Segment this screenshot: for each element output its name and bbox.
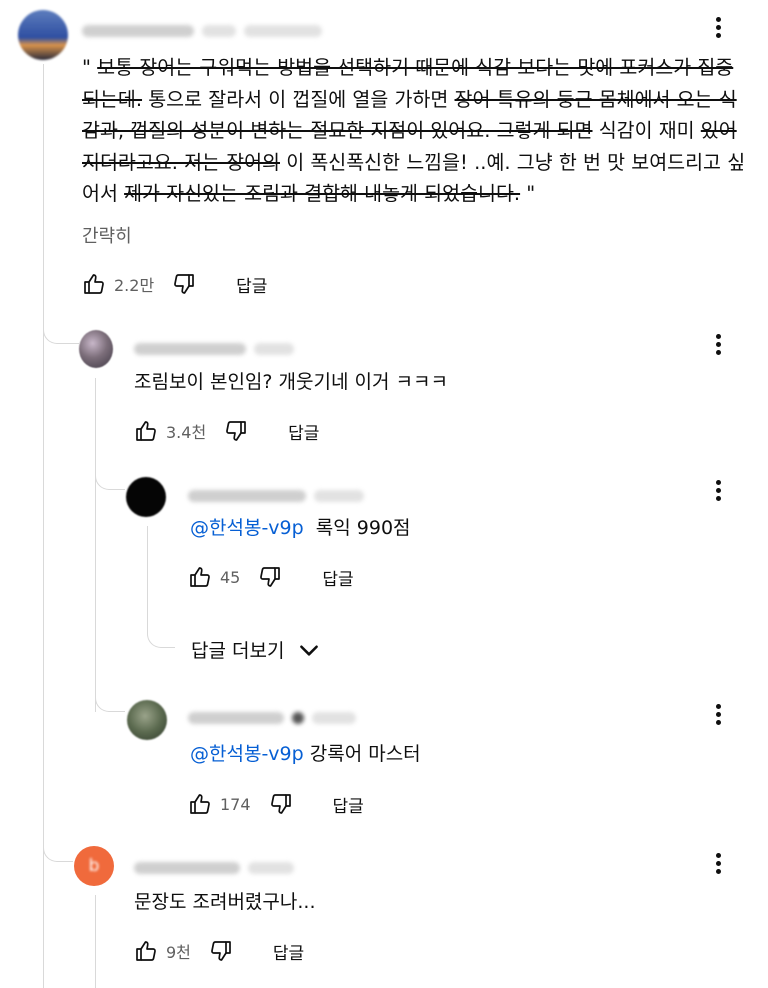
comment-menu-button[interactable] (708, 699, 728, 729)
comment-text: " 보통 장어는 구워먹는 방법을 선택하기 때문에 식감 보다는 맛에 포커스… (82, 56, 746, 205)
like-count: 45 (220, 567, 241, 587)
comment-text: @한석봉-v9p 강록어 마스터 (190, 743, 421, 765)
reply-button[interactable]: 답글 (288, 419, 319, 444)
collapse-button[interactable]: 간략히 (82, 222, 132, 248)
dislike-button[interactable] (224, 419, 248, 443)
more-vert-icon (715, 16, 721, 22)
chevron-down-icon (300, 644, 319, 656)
like-button[interactable]: 2.2만 (82, 272, 154, 296)
thumbs-up-icon (190, 567, 210, 587)
thumbs-up-icon (136, 421, 156, 441)
like-button[interactable]: 174 (188, 792, 251, 816)
dislike-button[interactable] (269, 792, 293, 816)
thread-line-reply (95, 378, 96, 712)
comment-text: 조림보이 본인임? 개웃기네 이거 ㅋㅋㅋ (134, 371, 448, 393)
comment-actions: 45 답글 (188, 561, 354, 593)
mention-link[interactable]: @한석봉-v9p (190, 743, 304, 765)
thumbs-up-icon (190, 794, 210, 814)
like-count: 9천 (166, 943, 191, 962)
avatar[interactable]: b (74, 846, 114, 886)
comment-menu-button[interactable] (708, 329, 728, 359)
more-vert-icon (715, 333, 721, 339)
thread-line-nested (147, 526, 148, 630)
comment-actions: 3.4천 답글 (134, 415, 319, 447)
like-button[interactable]: 3.4천 (134, 419, 206, 443)
thread-curve (43, 836, 73, 862)
more-vert-icon (715, 703, 721, 709)
thumbs-down-icon (260, 567, 281, 587)
comment-menu-button[interactable] (708, 848, 728, 878)
thumbs-down-icon (174, 274, 195, 294)
thread-line-tail (95, 895, 96, 988)
mention-link[interactable]: @한석봉-v9p (190, 517, 304, 539)
thread-curve (43, 318, 79, 344)
author-handle[interactable] (134, 857, 302, 874)
comment-actions: 2.2만 답글 (82, 268, 267, 300)
comment-actions: 9천 답글 (134, 935, 304, 967)
like-count: 174 (220, 794, 251, 814)
thumbs-down-icon (226, 421, 247, 441)
avatar[interactable] (126, 477, 166, 517)
reply-button[interactable]: 답글 (273, 939, 304, 964)
comment-menu-button[interactable] (708, 12, 728, 42)
thread-curve (95, 685, 125, 712)
more-vert-icon (715, 479, 721, 485)
thumbs-up-icon (84, 274, 104, 294)
comment-actions: 174 답글 (188, 788, 364, 820)
thread-curve (95, 465, 125, 490)
avatar[interactable] (18, 10, 68, 60)
thumbs-down-icon (270, 794, 291, 814)
comment-menu-button[interactable] (708, 475, 728, 505)
more-replies-label: 답글 더보기 (191, 640, 285, 662)
author-handle[interactable] (188, 707, 364, 724)
thumbs-up-icon (136, 941, 156, 961)
reply-button[interactable]: 답글 (236, 272, 267, 297)
more-vert-icon (715, 852, 721, 858)
like-button[interactable]: 9천 (134, 939, 191, 963)
reply-button[interactable]: 답글 (333, 792, 364, 817)
like-count: 3.4천 (166, 423, 207, 442)
like-count: 2.2만 (114, 276, 155, 295)
more-replies-button[interactable]: 답글 더보기 (191, 636, 322, 663)
author-handle[interactable] (82, 20, 330, 37)
dislike-button[interactable] (172, 272, 196, 296)
thumbs-down-icon (211, 941, 231, 961)
author-handle[interactable] (188, 485, 372, 502)
reply-button[interactable]: 답글 (322, 565, 353, 590)
avatar[interactable] (79, 330, 113, 368)
thread-curve (147, 622, 175, 648)
dislike-button[interactable] (209, 939, 233, 963)
comment-text: 문장도 조려버렸구나... (134, 891, 316, 913)
author-handle[interactable] (134, 338, 302, 355)
like-button[interactable]: 45 (188, 565, 240, 589)
comment-text: @한석봉-v9p 록익 990점 (190, 517, 411, 539)
dislike-button[interactable] (258, 565, 282, 589)
avatar[interactable] (127, 700, 167, 740)
